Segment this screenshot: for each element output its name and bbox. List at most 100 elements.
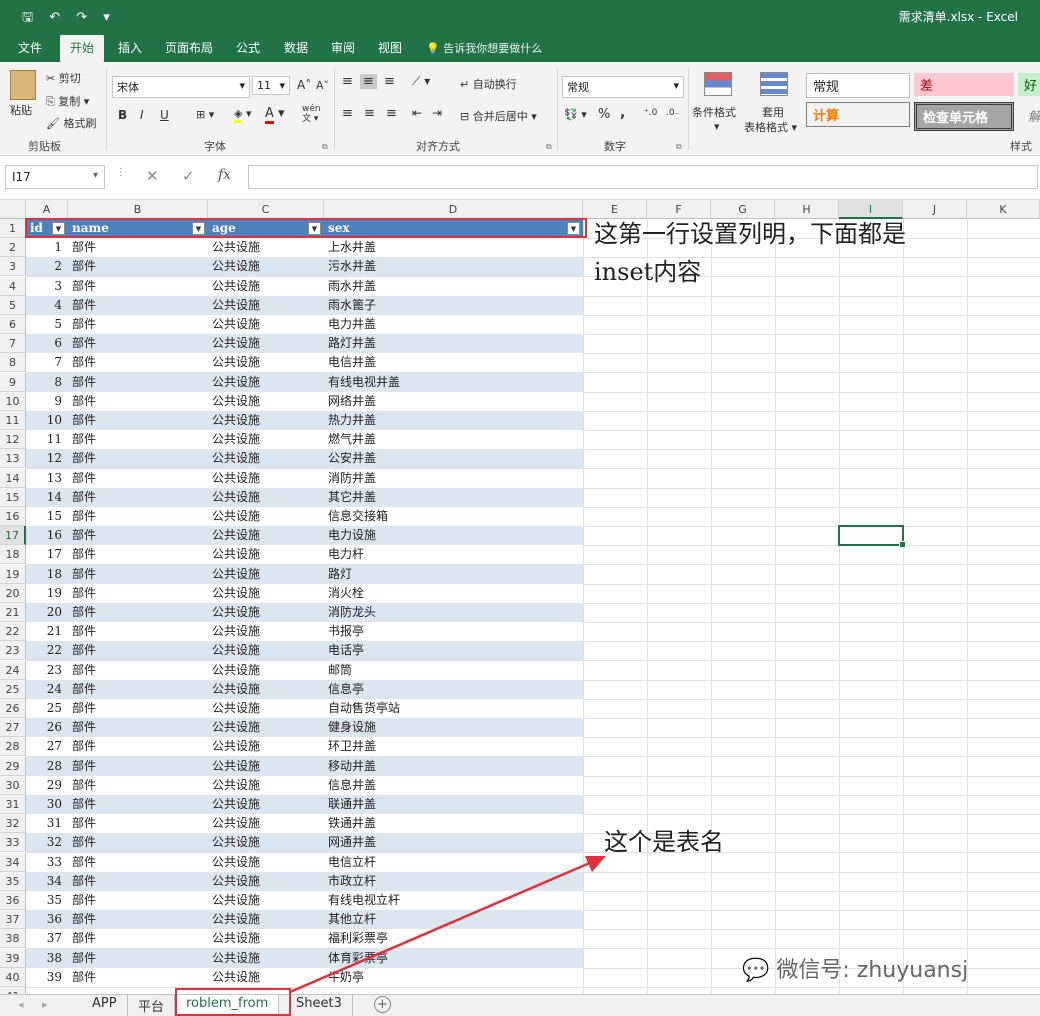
- table-cell[interactable]: 部件: [72, 929, 204, 948]
- dialog-launcher-icon[interactable]: ⧉: [546, 142, 552, 152]
- row-header[interactable]: 4: [0, 276, 26, 296]
- table-cell[interactable]: 电话亭: [328, 641, 579, 660]
- tab-review[interactable]: 审阅: [331, 39, 355, 56]
- table-cell[interactable]: 部件: [72, 737, 204, 756]
- table-cell[interactable]: 体育彩票亭: [328, 949, 579, 968]
- table-cell[interactable]: 公共设施: [212, 680, 320, 699]
- table-cell[interactable]: 公共设施: [212, 718, 320, 737]
- table-cell[interactable]: 污水井盖: [328, 257, 579, 276]
- merge-center-button[interactable]: ⊟ 合并后居中 ▾: [460, 108, 537, 124]
- table-cell[interactable]: 消火栓: [328, 584, 579, 603]
- row-header[interactable]: 20: [0, 583, 26, 603]
- table-cell[interactable]: 有线电视井盖: [328, 373, 579, 392]
- align-center-icon[interactable]: ≡: [364, 106, 375, 121]
- table-cell[interactable]: 38: [26, 949, 62, 968]
- row-header[interactable]: 23: [0, 641, 26, 661]
- row-header[interactable]: 40: [0, 967, 26, 987]
- table-cell[interactable]: 热力井盖: [328, 411, 579, 430]
- table-cell[interactable]: 福利彩票亭: [328, 929, 579, 948]
- table-cell[interactable]: 部件: [72, 526, 204, 545]
- table-cell[interactable]: 公共设施: [212, 661, 320, 680]
- italic-button[interactable]: I: [140, 108, 144, 122]
- bold-button[interactable]: B: [118, 108, 127, 122]
- font-color-button[interactable]: A ▾: [265, 106, 285, 124]
- table-cell[interactable]: 公共设施: [212, 469, 320, 488]
- row-header[interactable]: 3: [0, 257, 26, 277]
- active-cell[interactable]: [838, 525, 906, 548]
- row-header[interactable]: 24: [0, 660, 26, 680]
- table-cell[interactable]: 部件: [72, 622, 204, 641]
- align-top-icon[interactable]: ≡: [342, 74, 353, 89]
- table-cell[interactable]: 公共设施: [212, 603, 320, 622]
- table-cell[interactable]: 雨水井盖: [328, 277, 579, 296]
- table-cell[interactable]: 部件: [72, 373, 204, 392]
- table-cell[interactable]: 路灯: [328, 565, 579, 584]
- table-cell[interactable]: 23: [26, 661, 62, 680]
- row-header[interactable]: 10: [0, 391, 26, 411]
- decrease-decimal-icon[interactable]: .0₋: [666, 108, 679, 118]
- table-cell[interactable]: 9: [26, 392, 62, 411]
- table-cell[interactable]: 30: [26, 795, 62, 814]
- table-cell[interactable]: 电力井盖: [328, 315, 579, 334]
- align-middle-icon[interactable]: ≡: [360, 74, 377, 89]
- row-header[interactable]: 22: [0, 622, 26, 642]
- table-cell[interactable]: 29: [26, 776, 62, 795]
- table-cell[interactable]: 部件: [72, 853, 204, 872]
- table-cell[interactable]: 32: [26, 833, 62, 852]
- style-good[interactable]: 好: [1018, 73, 1040, 96]
- table-cell[interactable]: 3: [26, 277, 62, 296]
- table-cell[interactable]: 公共设施: [212, 968, 320, 987]
- accounting-format-button[interactable]: 💱 ▾: [564, 108, 587, 121]
- table-cell[interactable]: 部件: [72, 949, 204, 968]
- table-cell[interactable]: 部件: [72, 872, 204, 891]
- table-cell[interactable]: 部件: [72, 353, 204, 372]
- table-cell[interactable]: 部件: [72, 584, 204, 603]
- chevron-down-icon[interactable]: ▾: [714, 120, 720, 133]
- table-cell[interactable]: 信息井盖: [328, 776, 579, 795]
- table-cell[interactable]: 公共设施: [212, 315, 320, 334]
- formula-input[interactable]: [248, 165, 1038, 189]
- row-header[interactable]: 33: [0, 833, 26, 853]
- align-bottom-icon[interactable]: ≡: [384, 74, 395, 89]
- phonetic-button[interactable]: wén 文 ▾: [302, 104, 321, 124]
- table-cell[interactable]: 39: [26, 968, 62, 987]
- table-cell[interactable]: 公共设施: [212, 277, 320, 296]
- table-cell[interactable]: 牛奶亭: [328, 968, 579, 987]
- table-cell[interactable]: 公共设施: [212, 814, 320, 833]
- sheet-tab-platform[interactable]: 平台: [128, 995, 176, 1016]
- table-cell[interactable]: 公共设施: [212, 949, 320, 968]
- paste-button[interactable]: 粘贴: [10, 102, 32, 118]
- dialog-launcher-icon[interactable]: ⧉: [676, 142, 682, 152]
- table-cell[interactable]: 公共设施: [212, 488, 320, 507]
- wrap-text-button[interactable]: ↵ 自动换行: [460, 76, 517, 92]
- table-cell[interactable]: 电信井盖: [328, 353, 579, 372]
- table-cell[interactable]: 公共设施: [212, 373, 320, 392]
- table-cell[interactable]: 部件: [72, 910, 204, 929]
- row-header[interactable]: 31: [0, 795, 26, 814]
- table-cell[interactable]: 35: [26, 891, 62, 910]
- table-cell[interactable]: 部件: [72, 680, 204, 699]
- tab-formulas[interactable]: 公式: [236, 39, 260, 56]
- font-name-select[interactable]: 宋体 ▾: [112, 76, 250, 98]
- column-header-j[interactable]: J: [903, 200, 967, 219]
- table-cell[interactable]: 公共设施: [212, 334, 320, 353]
- row-header[interactable]: 28: [0, 737, 26, 757]
- table-cell[interactable]: 公共设施: [212, 449, 320, 468]
- scroll-right-icon[interactable]: ▸: [42, 998, 48, 1011]
- table-cell[interactable]: 书报亭: [328, 622, 579, 641]
- row-header[interactable]: 13: [0, 449, 26, 469]
- table-cell[interactable]: 26: [26, 718, 62, 737]
- row-header[interactable]: 16: [0, 507, 26, 526]
- table-cell[interactable]: 公共设施: [212, 910, 320, 929]
- scroll-left-icon[interactable]: ◂: [18, 998, 24, 1011]
- column-header-c[interactable]: C: [208, 200, 324, 219]
- table-cell[interactable]: 电力杆: [328, 545, 579, 564]
- percent-button[interactable]: %: [598, 107, 610, 122]
- table-cell[interactable]: 25: [26, 699, 62, 718]
- style-bad[interactable]: 差: [914, 73, 1014, 96]
- table-cell[interactable]: 部件: [72, 257, 204, 276]
- table-cell[interactable]: 部件: [72, 968, 204, 987]
- table-cell[interactable]: 部件: [72, 565, 204, 584]
- table-cell[interactable]: 31: [26, 814, 62, 833]
- name-box[interactable]: I17 ▾: [5, 165, 105, 189]
